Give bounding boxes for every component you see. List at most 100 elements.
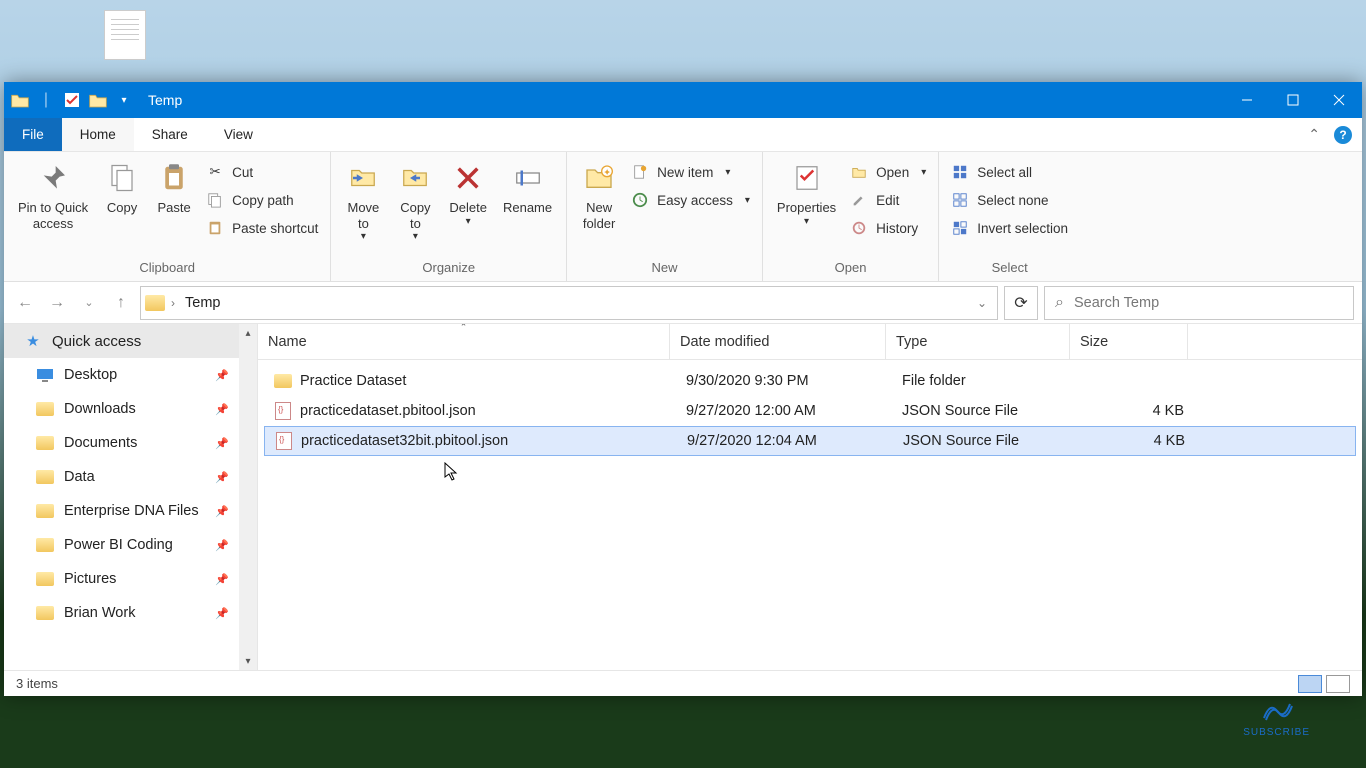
invert-selection-button[interactable]: Invert selection — [945, 216, 1074, 240]
easy-access-icon — [631, 191, 649, 209]
paste-shortcut-button[interactable]: Paste shortcut — [200, 216, 324, 240]
help-icon[interactable]: ? — [1334, 126, 1352, 144]
sidebar-item-downloads[interactable]: Downloads📌 — [4, 392, 239, 426]
folder-icon — [36, 571, 54, 587]
sidebar: ★ Quick access Desktop📌Downloads📌Documen… — [4, 324, 258, 670]
refresh-button[interactable]: ⟳ — [1004, 286, 1038, 320]
pin-quick-access-button[interactable]: Pin to Quick access — [10, 156, 96, 235]
qa-dropdown-icon[interactable]: ▾ — [114, 90, 134, 110]
move-to-button[interactable]: Move to▾ — [337, 156, 389, 247]
edit-button[interactable]: Edit — [844, 188, 932, 212]
address-dropdown-icon[interactable]: ⌄ — [977, 296, 993, 310]
new-folder-button[interactable]: ✦ New folder — [573, 156, 625, 235]
scroll-down-icon[interactable]: ▾ — [239, 652, 257, 670]
new-folder-icon: ✦ — [581, 160, 617, 196]
folder-icon — [274, 372, 292, 390]
cut-button[interactable]: ✂Cut — [200, 160, 324, 184]
address-bar[interactable]: › Temp ⌄ — [140, 286, 998, 320]
view-tab[interactable]: View — [206, 118, 271, 151]
file-row[interactable]: Practice Dataset9/30/2020 9:30 PMFile fo… — [264, 366, 1356, 396]
sidebar-item-desktop[interactable]: Desktop📌 — [4, 358, 239, 392]
desktop-file-icon[interactable] — [95, 10, 155, 80]
sidebar-item-documents[interactable]: Documents📌 — [4, 426, 239, 460]
folder-icon — [145, 295, 165, 311]
easy-access-button[interactable]: Easy access▾ — [625, 188, 756, 212]
file-name: practicedataset32bit.pbitool.json — [301, 433, 508, 449]
desktop-icon — [36, 367, 54, 383]
home-tab[interactable]: Home — [62, 118, 134, 151]
search-box[interactable]: ⌕ Search Temp — [1044, 286, 1354, 320]
clipboard-group: Pin to Quick access Copy Paste ✂Cut Copy… — [4, 152, 331, 281]
sidebar-item-pictures[interactable]: Pictures📌 — [4, 562, 239, 596]
file-date: 9/27/2020 12:04 AM — [677, 433, 893, 449]
quick-access-header[interactable]: ★ Quick access — [4, 324, 239, 358]
select-none-button[interactable]: Select none — [945, 188, 1074, 212]
minimize-button[interactable] — [1224, 82, 1270, 118]
select-all-button[interactable]: Select all — [945, 160, 1074, 184]
new-label: New — [573, 260, 756, 279]
close-button[interactable] — [1316, 82, 1362, 118]
file-list: Name⌃ Date modified Type Size Practice D… — [258, 324, 1362, 670]
sidebar-item-label: Brian Work — [64, 605, 135, 621]
file-tab[interactable]: File — [4, 118, 62, 151]
qa-properties-icon[interactable] — [62, 90, 82, 110]
pin-icon — [35, 160, 71, 196]
open-label: Open — [769, 260, 932, 279]
new-group: ✦ New folder New item▾ Easy access▾ New — [567, 152, 763, 281]
properties-button[interactable]: Properties▾ — [769, 156, 844, 232]
rename-button[interactable]: Rename — [495, 156, 560, 220]
breadcrumb[interactable]: Temp — [181, 295, 224, 311]
copy-path-button[interactable]: Copy path — [200, 188, 324, 212]
sidebar-item-power-bi-coding[interactable]: Power BI Coding📌 — [4, 528, 239, 562]
up-button[interactable]: ↑ — [108, 290, 134, 316]
maximize-button[interactable] — [1270, 82, 1316, 118]
copy-to-button[interactable]: Copy to▾ — [389, 156, 441, 247]
chevron-right-icon[interactable]: › — [171, 296, 175, 310]
scroll-up-icon[interactable]: ▴ — [239, 324, 257, 342]
back-button[interactable]: ← — [12, 290, 38, 316]
history-button[interactable]: History — [844, 216, 932, 240]
col-size[interactable]: Size — [1070, 324, 1188, 359]
folder-icon — [36, 503, 54, 519]
ribbon-collapse-icon[interactable]: ⌃ — [1308, 126, 1320, 143]
copy-path-icon — [206, 191, 224, 209]
pin-icon: 📌 — [215, 505, 229, 518]
folder-icon — [36, 469, 54, 485]
sidebar-item-enterprise-dna-files[interactable]: Enterprise DNA Files📌 — [4, 494, 239, 528]
recent-dropdown[interactable]: ⌄ — [76, 290, 102, 316]
qa-folder-icon[interactable] — [88, 90, 108, 110]
details-view-button[interactable] — [1298, 675, 1322, 693]
copy-button[interactable]: Copy — [96, 156, 148, 220]
open-button[interactable]: Open▾ — [844, 160, 932, 184]
file-row[interactable]: practicedataset32bit.pbitool.json 9/27/20… — [264, 426, 1356, 456]
sidebar-item-data[interactable]: Data📌 — [4, 460, 239, 494]
sidebar-item-brian-work[interactable]: Brian Work📌 — [4, 596, 239, 630]
file-type: JSON Source File — [892, 403, 1076, 419]
sidebar-item-label: Power BI Coding — [64, 537, 173, 553]
json-file-icon — [274, 402, 292, 420]
search-icon: ⌕ — [1055, 294, 1064, 312]
delete-button[interactable]: Delete▾ — [441, 156, 495, 232]
invert-icon — [951, 219, 969, 237]
forward-button[interactable]: → — [44, 290, 70, 316]
file-row[interactable]: practicedataset.pbitool.json9/27/2020 12… — [264, 396, 1356, 426]
large-icons-view-button[interactable] — [1326, 675, 1350, 693]
copy-to-icon — [397, 160, 433, 196]
share-tab[interactable]: Share — [134, 118, 206, 151]
sidebar-item-label: Documents — [64, 435, 137, 451]
sidebar-scrollbar[interactable]: ▴ ▾ — [239, 324, 257, 670]
ribbon: Pin to Quick access Copy Paste ✂Cut Copy… — [4, 152, 1362, 282]
col-type[interactable]: Type — [886, 324, 1070, 359]
pin-icon: 📌 — [215, 471, 229, 484]
pin-icon: 📌 — [215, 573, 229, 586]
open-icon — [850, 163, 868, 181]
item-count: 3 items — [16, 676, 58, 691]
window-title: Temp — [148, 92, 182, 108]
col-name[interactable]: Name⌃ — [258, 324, 670, 359]
col-date[interactable]: Date modified — [670, 324, 886, 359]
scissors-icon: ✂ — [206, 163, 224, 181]
paste-button[interactable]: Paste — [148, 156, 200, 220]
search-placeholder: Search Temp — [1074, 295, 1159, 311]
new-item-button[interactable]: New item▾ — [625, 160, 756, 184]
file-name: Practice Dataset — [300, 373, 406, 389]
